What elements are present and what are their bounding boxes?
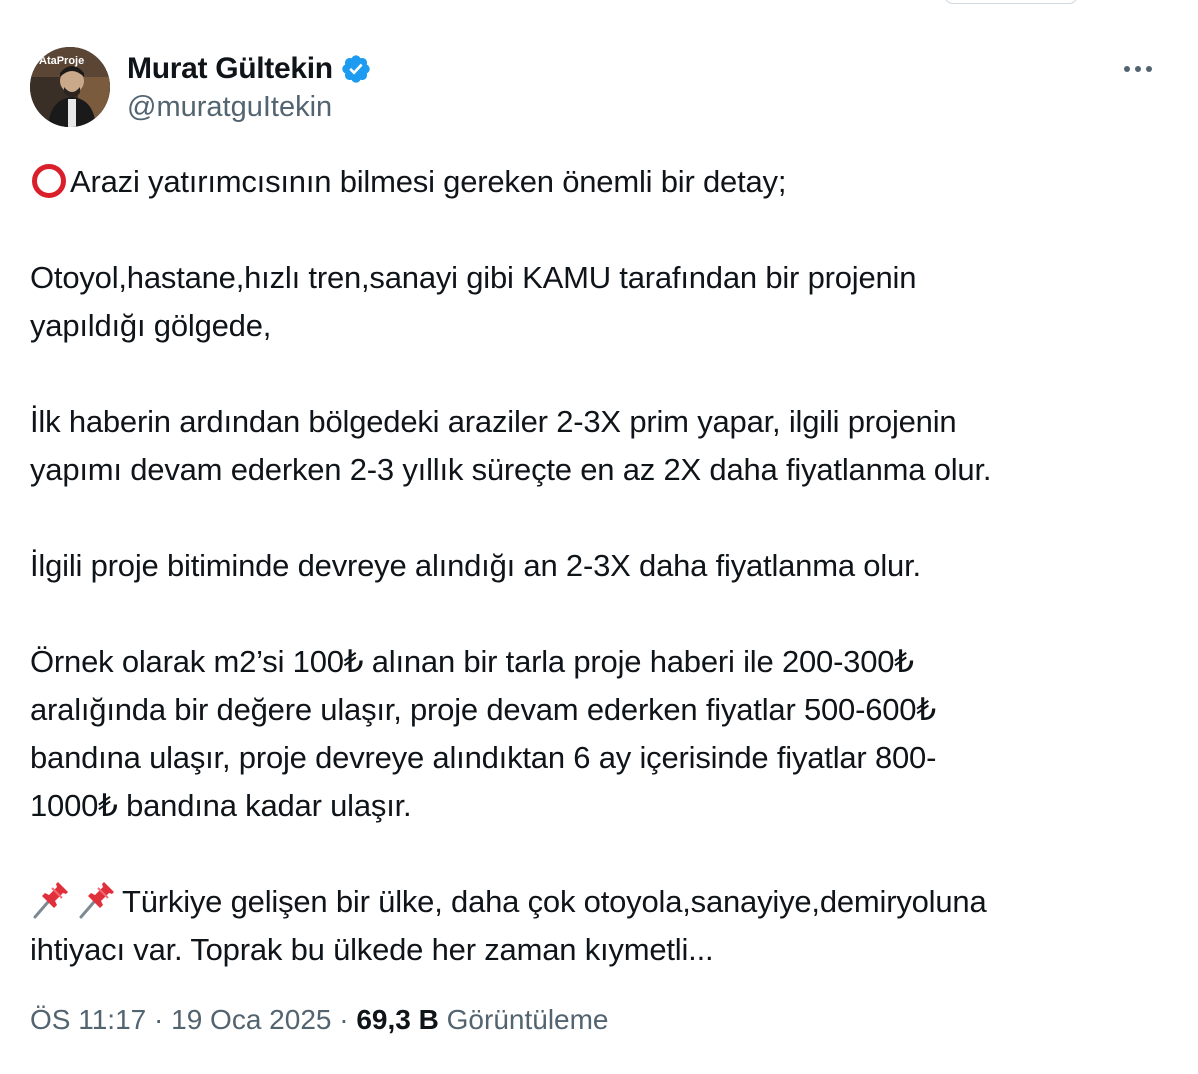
tweet-paragraph: Türkiye gelişen bir ülke, daha çok otoyo… (30, 878, 1160, 974)
hollow-red-circle-icon (32, 164, 66, 198)
name-row: Murat Gültekin (127, 51, 372, 87)
pushpin-icon (30, 880, 72, 920)
top-pill-button[interactable] (944, 0, 1078, 4)
paragraph-text: Türkiye gelişen bir ülke, daha çok otoyo… (30, 884, 987, 967)
more-options-button[interactable] (1118, 61, 1158, 77)
tweet-paragraph: İlgili proje bitiminde devreye alındığı … (30, 548, 921, 583)
verified-badge-icon[interactable] (340, 53, 372, 85)
more-dot-icon (1146, 66, 1152, 72)
author-block: Murat Gültekin @muratguItekin (127, 51, 372, 124)
author-handle[interactable]: @muratguItekin (127, 91, 372, 124)
tweet-meta: ÖS 11:17 · 19 Oca 2025 · 69,3 B Görüntül… (30, 1004, 609, 1036)
tweet-text: Arazi yatırımcısının bilmesi gereken öne… (30, 158, 1160, 974)
paragraph-text: Arazi yatırımcısının bilmesi gereken öne… (70, 164, 787, 199)
more-dot-icon (1124, 66, 1130, 72)
tweet-paragraph: İlk haberin ardından bölgedeki araziler … (30, 404, 992, 487)
views-label: Görüntüleme (446, 1004, 609, 1035)
more-dot-icon (1135, 66, 1141, 72)
pushpin-icon (76, 880, 118, 920)
tweet-paragraph: Örnek olarak m2’si 100₺ alınan bir tarla… (30, 644, 937, 823)
author-display-name[interactable]: Murat Gültekin (127, 52, 333, 86)
views-count: 69,3 B (356, 1004, 439, 1035)
meta-separator: · (146, 1004, 172, 1035)
avatar-logo-text: AtaProje (39, 55, 84, 67)
avatar-image: AtaProje (30, 47, 110, 127)
tweet-header: AtaProje Murat Gültekin @muratguItekin (30, 47, 1170, 129)
tweet-date[interactable]: 19 Oca 2025 (171, 1004, 331, 1035)
avatar[interactable]: AtaProje (30, 47, 110, 127)
tweet-time[interactable]: ÖS 11:17 (30, 1004, 146, 1035)
meta-separator: · (331, 1004, 357, 1035)
tweet-paragraph: Arazi yatırımcısının bilmesi gereken öne… (30, 158, 1160, 206)
tweet-paragraph: Otoyol,hastane,hızlı tren,sanayi gibi KA… (30, 260, 917, 343)
